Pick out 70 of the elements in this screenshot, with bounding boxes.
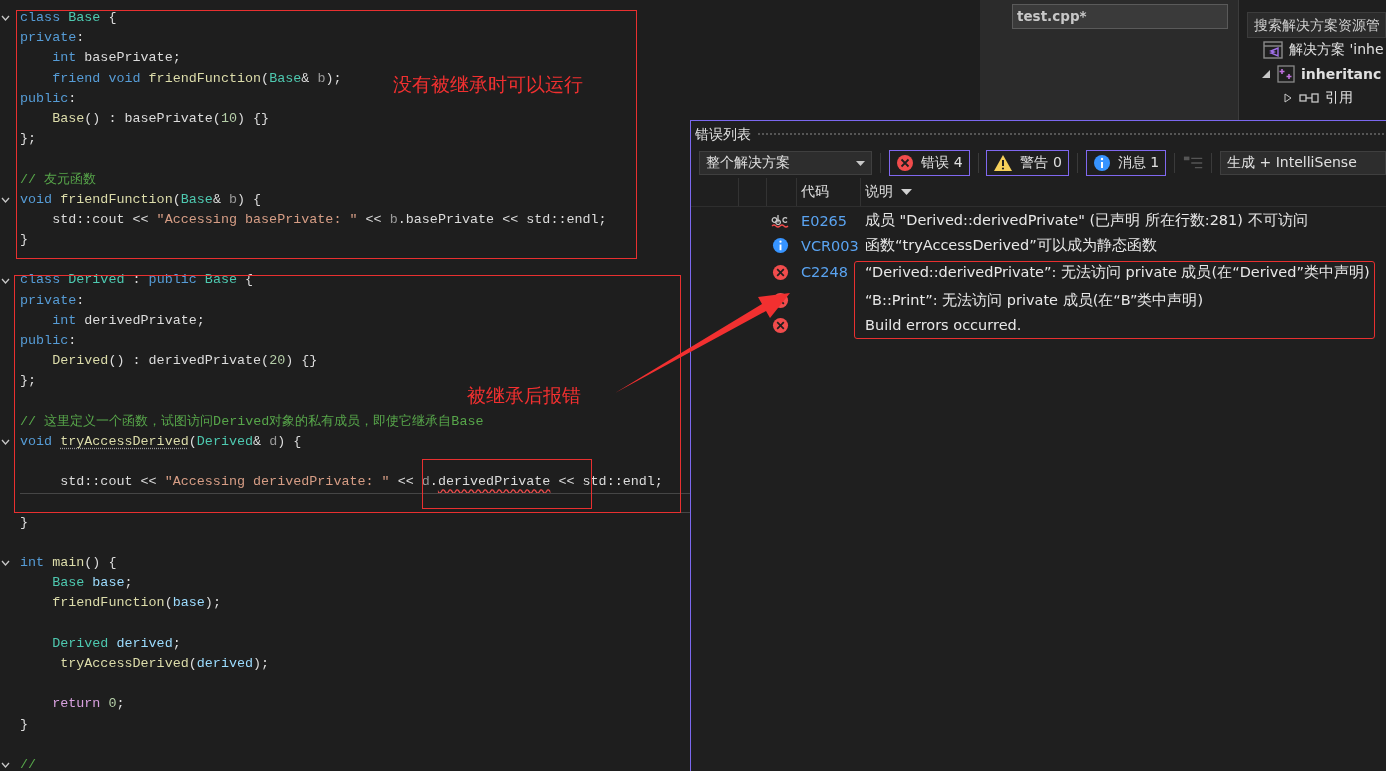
code-line: }: [20, 715, 29, 734]
code-line: friendFunction(base);: [51, 594, 221, 613]
collapse-chevron-icon[interactable]: [1, 762, 10, 769]
info-icon: [1092, 154, 1111, 172]
code-line: //: [20, 755, 37, 771]
collapse-chevron-icon[interactable]: [1, 196, 10, 203]
code-line: Derived() : derivedPrivate(20) {}: [51, 352, 318, 371]
code-line: tryAccessDerived(derived);: [59, 655, 270, 673]
collapse-chevron-icon[interactable]: [1, 439, 10, 446]
error-description: Build errors occurred.: [864, 317, 1022, 333]
code-line: Base() : basePrivate(10) {}: [51, 109, 270, 128]
search-field[interactable]: 搜索解决方案资源管: [1247, 12, 1386, 38]
code-line: }: [20, 231, 29, 250]
annotation-text: 被继承后报错: [467, 383, 581, 408]
code-line: void friendFunction(Base& b) {: [20, 190, 262, 209]
code-line: Derived derived;: [51, 634, 181, 653]
error-filter-button[interactable]: 错误 4: [889, 150, 970, 176]
column-header[interactable]: 说明: [861, 178, 1386, 206]
error-description: “B::Print”: 无法访问 private 成员(在“B”类中声明): [864, 290, 1204, 310]
project-icon: [1277, 65, 1295, 83]
error-icon: [896, 154, 915, 172]
code-line: int main() {: [20, 554, 117, 573]
collapse-chevron-icon[interactable]: [1, 560, 10, 567]
spell-check-icon: [771, 213, 789, 228]
error-code-link[interactable]: C2248: [797, 264, 849, 280]
code-line: };: [20, 372, 37, 391]
error-code-link[interactable]: E0265: [797, 212, 848, 229]
warning-filter-button[interactable]: 警告 0: [986, 150, 1069, 176]
code-line: private:: [20, 291, 85, 310]
scope-dropdown[interactable]: 整个解决方案: [699, 151, 873, 175]
tree-item[interactable]: inheritanc: [1301, 66, 1382, 82]
code-line: Base base;: [51, 574, 133, 593]
code-line: private:: [20, 29, 85, 48]
collapsed-triangle-icon[interactable]: [1283, 93, 1293, 103]
tree-item[interactable]: 解决方案 'inhe: [1289, 41, 1384, 59]
collapse-chevron-icon[interactable]: [1, 277, 10, 284]
annotation-text: 没有被继承时可以运行: [393, 72, 583, 97]
code-line: class Base {: [20, 9, 117, 27]
code-line: public:: [20, 89, 77, 108]
info-filter-button[interactable]: 消息 1: [1085, 150, 1167, 176]
code-line: std::cout << "Accessing basePrivate: " << b.basePrivate << std::endl;: [51, 210, 607, 229]
warning-icon: [993, 154, 1014, 172]
code-line: int derivedPrivate;: [51, 311, 205, 330]
sort-caret-icon[interactable]: [901, 189, 912, 195]
caret-icon: [856, 160, 866, 166]
info-icon: [772, 237, 789, 254]
source-dropdown[interactable]: 生成 + IntelliSense: [1220, 151, 1386, 175]
code-line: // 这里定义一个函数，试图访问Derived对象的私有成员，即使它继承自Base: [20, 412, 484, 431]
code-line: int basePrivate;: [51, 49, 181, 68]
code-line: public:: [20, 332, 77, 350]
references-icon: [1299, 92, 1319, 104]
tree-item[interactable]: 引用: [1325, 89, 1353, 107]
code-line: void tryAccessDerived(Derived& d) {: [20, 432, 302, 451]
code-line: }: [20, 513, 29, 532]
panel-title: 错误列表: [695, 125, 751, 144]
expanded-triangle-icon[interactable]: [1261, 69, 1271, 79]
code-line: friend void friendFunction(Base& b);: [51, 69, 342, 88]
code-line: return 0;: [51, 695, 125, 714]
column-header[interactable]: 代码: [797, 178, 861, 206]
error-icon: [772, 316, 789, 334]
code-line: // 友元函数: [20, 170, 97, 189]
error-code-link[interactable]: VCR003: [797, 237, 859, 254]
collapse-chevron-icon[interactable]: [1, 15, 10, 22]
error-description: 函数“tryAccessDerived”可以成为静态函数: [864, 236, 1157, 255]
error-description: “Derived::derivedPrivate”: 无法访问 private 成员(在“Derived”类中声明): [864, 262, 1370, 282]
solution-icon: [1263, 41, 1283, 59]
error-icon: [772, 263, 789, 281]
document-tab[interactable]: test.cpp*: [1012, 4, 1228, 29]
code-line: };: [20, 130, 37, 149]
error-description: 成员 "Derived::derivedPrivate" (已声明 所在行数:281) 不可访问: [864, 211, 1308, 230]
